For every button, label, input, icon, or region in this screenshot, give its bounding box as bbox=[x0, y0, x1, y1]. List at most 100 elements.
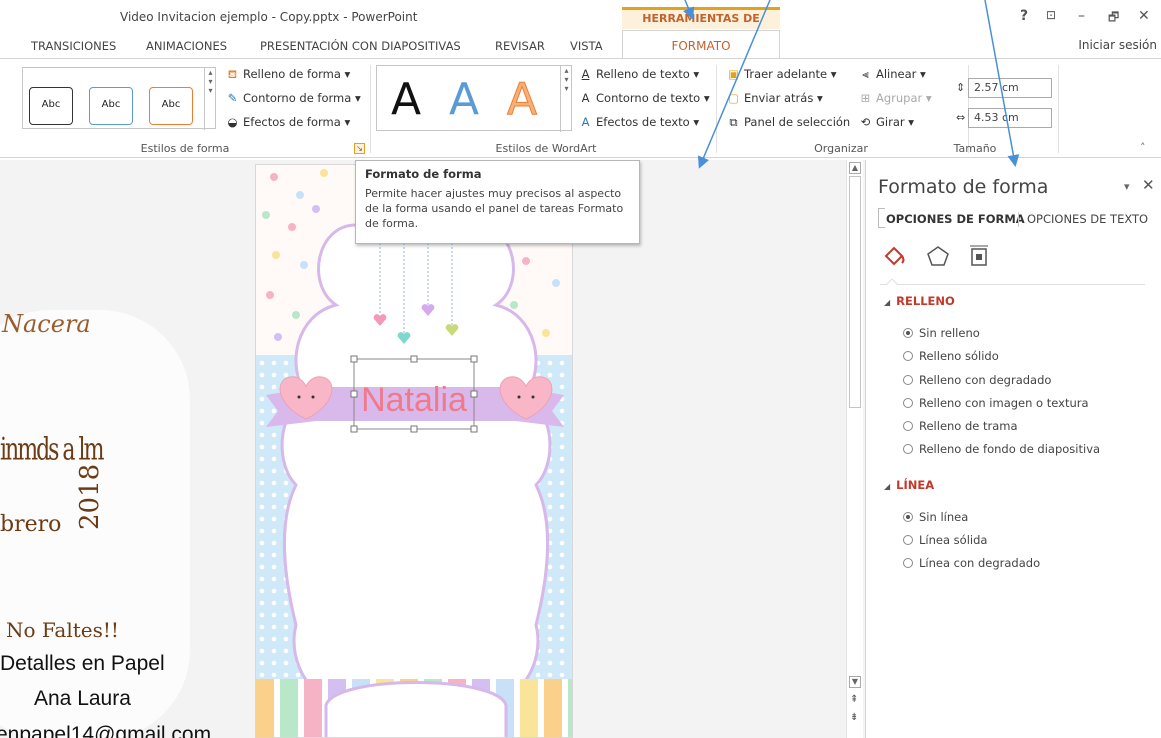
sign-in-link[interactable]: Iniciar sesión bbox=[1078, 38, 1157, 52]
next-slide-icon[interactable]: ⇟ bbox=[850, 712, 858, 723]
maximize-icon[interactable]: 🗗 bbox=[1108, 8, 1119, 29]
wordart-gallery: A A A ▴ ▾ ▾ bbox=[376, 65, 572, 132]
pane-tab-pointer bbox=[886, 278, 898, 290]
radio-dot bbox=[903, 512, 913, 522]
side-text-no-faltes: No Faltes!! bbox=[6, 618, 119, 642]
format-shape-pane: Formato de forma ▾ ✕ OPCIONES DE FORMA O… bbox=[865, 160, 1161, 738]
shape-style-sample[interactable]: Abc bbox=[89, 87, 133, 125]
bring-forward-icon: ▣ bbox=[728, 67, 739, 81]
shape-effects-button[interactable]: ◒ Efectos de forma ▾ bbox=[225, 115, 350, 129]
collapse-arrow-icon: ◢ bbox=[884, 482, 891, 491]
group-label-arrange: Organizar bbox=[814, 142, 868, 155]
radio-solid-line[interactable]: Línea sólida bbox=[903, 533, 987, 547]
vertical-scrollbar[interactable]: ▲ ▼ ⇞ ⇟ bbox=[846, 160, 863, 738]
side-text-garbled: inmds a lm bbox=[0, 433, 104, 468]
collapse-ribbon-icon[interactable]: ˄ bbox=[1140, 141, 1146, 154]
close-window-icon[interactable]: ✕ bbox=[1138, 8, 1150, 24]
title-bar: Video Invitacion ejemplo - Copy.pptx - P… bbox=[0, 0, 1161, 43]
radio-no-line[interactable]: Sin línea bbox=[903, 510, 968, 524]
selection-pane-icon: ⧉ bbox=[729, 115, 738, 129]
gallery-scroll-icon[interactable]: ▴ ▾ ▾ bbox=[560, 66, 572, 132]
pane-tab-scroll[interactable] bbox=[878, 208, 885, 228]
selection-pane-button[interactable]: ⧉ Panel de selección bbox=[726, 115, 850, 130]
pane-title: Formato de forma bbox=[878, 176, 1049, 198]
radio-background-fill[interactable]: Relleno de fondo de diapositiva bbox=[903, 442, 1100, 456]
group-separator bbox=[716, 65, 717, 153]
radio-pattern-fill[interactable]: Relleno de trama bbox=[903, 419, 1018, 433]
tab-presentacion[interactable]: PRESENTACIÓN CON DIAPOSITIVAS bbox=[260, 39, 461, 53]
wordart-sample[interactable]: A bbox=[449, 74, 479, 125]
pentagon-icon[interactable] bbox=[927, 246, 949, 266]
side-text-year: 2018 bbox=[75, 463, 105, 530]
close-icon[interactable]: ✕ bbox=[1142, 176, 1155, 194]
text-fill-icon: A bbox=[581, 67, 590, 81]
scroll-thumb[interactable] bbox=[849, 176, 861, 408]
group-separator bbox=[1058, 65, 1059, 153]
rotate-button[interactable]: ⟲ Girar ▾ bbox=[858, 115, 914, 129]
tab-divider bbox=[1018, 212, 1019, 227]
text-outline-button[interactable]: A Contorno de texto ▾ bbox=[578, 91, 710, 105]
text-effects-button[interactable]: A Efectos de texto ▾ bbox=[578, 115, 700, 129]
invitation-art: Natalia bbox=[256, 165, 572, 737]
name-text[interactable]: Natalia bbox=[361, 381, 467, 419]
height-field[interactable]: 2.57 cm bbox=[968, 78, 1052, 98]
group-icon: ⊞ bbox=[860, 91, 871, 105]
align-icon: ⫷ bbox=[862, 67, 869, 81]
text-fill-button[interactable]: A Relleno de texto ▾ bbox=[578, 67, 700, 81]
radio-dot bbox=[903, 351, 913, 361]
shape-fill-button[interactable]: ⛾ Relleno de forma ▾ bbox=[225, 67, 351, 83]
width-icon: ⇔ bbox=[956, 111, 966, 124]
radio-solid-fill[interactable]: Relleno sólido bbox=[903, 349, 999, 363]
scroll-up-icon[interactable]: ▲ bbox=[849, 162, 861, 174]
pane-divider bbox=[880, 284, 1145, 285]
text-outline-icon: A bbox=[581, 91, 590, 105]
side-text-detalles: Detalles en Papel bbox=[0, 652, 165, 675]
tooltip-title: Formato de forma bbox=[365, 167, 482, 181]
ribbon-display-icon[interactable]: ⊡ bbox=[1046, 8, 1056, 22]
section-line[interactable]: ◢ LÍNEA bbox=[884, 478, 934, 492]
group-button[interactable]: ⊞ Agrupar ▾ bbox=[858, 91, 932, 105]
tab-revisar[interactable]: REVISAR bbox=[495, 39, 545, 53]
height-icon: ⇕ bbox=[956, 81, 966, 94]
tab-shape-options[interactable]: OPCIONES DE FORMA bbox=[886, 212, 1025, 226]
radio-no-fill[interactable]: Sin relleno bbox=[903, 326, 980, 340]
tab-vista[interactable]: VISTA bbox=[570, 39, 603, 53]
send-backward-button[interactable]: ▢ Enviar atrás ▾ bbox=[726, 91, 823, 105]
shape-styles-gallery: Abc Abc Abc ▴ ▾ ▾ bbox=[22, 67, 216, 130]
scroll-down-icon[interactable]: ▼ bbox=[849, 676, 861, 688]
tooltip: Formato de forma Permite hacer ajustes m… bbox=[355, 160, 640, 244]
tab-text-options[interactable]: OPCIONES DE TEXTO bbox=[1027, 212, 1148, 226]
width-field[interactable]: 4.53 cm bbox=[968, 108, 1052, 128]
shape-style-sample[interactable]: Abc bbox=[149, 87, 193, 125]
pane-icon-row bbox=[884, 245, 988, 266]
dialog-launcher-icon[interactable]: ↘ bbox=[354, 143, 365, 154]
slide-canvas[interactable]: Natalia bbox=[255, 164, 573, 738]
gallery-scroll-icon[interactable]: ▴ ▾ ▾ bbox=[204, 68, 216, 130]
size-properties-icon[interactable] bbox=[970, 245, 988, 266]
shape-style-sample[interactable]: Abc bbox=[29, 87, 73, 125]
side-text-ana-laura: Ana Laura bbox=[34, 687, 131, 710]
help-icon[interactable]: ? bbox=[1020, 8, 1028, 24]
tab-transiciones[interactable]: TRANSICIONES bbox=[31, 39, 116, 53]
align-button[interactable]: ⫷ Alinear ▾ bbox=[858, 67, 926, 82]
pin-icon[interactable]: ▾ bbox=[1124, 180, 1130, 193]
bring-forward-button[interactable]: ▣ Traer adelante ▾ bbox=[726, 67, 836, 81]
wordart-sample[interactable]: A bbox=[506, 74, 537, 126]
shape-outline-button[interactable]: ✎ Contorno de forma ▾ bbox=[225, 91, 361, 105]
radio-dot bbox=[903, 535, 913, 545]
ribbon-tabs: TRANSICIONES ANIMACIONES PRESENTACIÓN CO… bbox=[0, 34, 1161, 58]
frame-bottom bbox=[324, 681, 508, 737]
slide-workspace: Nacera inmds a lm 2018 brero No Faltes!!… bbox=[0, 160, 865, 738]
minimize-icon[interactable]: – bbox=[1078, 8, 1085, 24]
wordart-sample[interactable]: A bbox=[391, 74, 421, 125]
previous-slide-icon[interactable]: ⇞ bbox=[850, 694, 858, 705]
tab-animaciones[interactable]: ANIMACIONES bbox=[146, 39, 227, 53]
side-text-nacera: Nacera bbox=[2, 310, 91, 338]
radio-picture-fill[interactable]: Relleno con imagen o textura bbox=[903, 396, 1089, 410]
tab-formato[interactable]: FORMATO bbox=[622, 30, 780, 59]
radio-gradient-fill[interactable]: Relleno con degradado bbox=[903, 373, 1051, 387]
fill-bucket-icon[interactable] bbox=[884, 246, 905, 266]
side-text-brero: brero bbox=[0, 512, 62, 537]
radio-gradient-line[interactable]: Línea con degradado bbox=[903, 556, 1040, 570]
section-fill[interactable]: ◢ RELLENO bbox=[884, 294, 955, 308]
